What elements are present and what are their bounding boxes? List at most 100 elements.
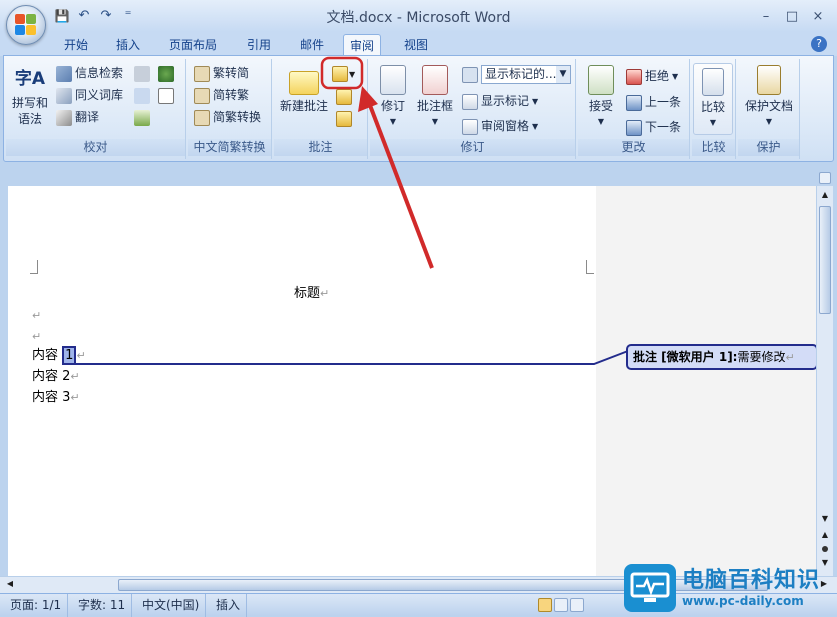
protect-document-button[interactable]: 保护文档 ▼ <box>740 65 798 130</box>
tab-references[interactable]: 引用 <box>241 34 277 56</box>
reject-button[interactable]: 拒绝 ▼ <box>626 67 678 86</box>
translate-button[interactable]: 翻译 <box>56 108 99 127</box>
next-change-button[interactable]: 下一条 <box>626 118 681 137</box>
new-comment-label: 新建批注 <box>279 99 328 113</box>
research-button[interactable]: 信息检索 <box>56 64 123 83</box>
group-proofing: 字A 拼写和语法 信息检索 同义词库 翻译 校对 <box>6 59 186 159</box>
reviewing-pane-button[interactable]: 审阅窗格 ▼ <box>462 117 538 136</box>
trad-to-simp-button[interactable]: 繁转简 <box>194 64 249 83</box>
vertical-scrollbar[interactable]: ▲ ▼ ▲ ▼ <box>816 186 833 576</box>
view-ruler-icon[interactable] <box>819 172 831 184</box>
comment-balloon[interactable]: 批注 [微软用户 1]:需要修改↵ <box>626 344 818 370</box>
doc-line-1: 内容 1 ↵ <box>32 346 86 365</box>
thesaurus-button[interactable]: 同义词库 <box>56 86 123 105</box>
reject-icon <box>626 68 642 85</box>
tab-mailings[interactable]: 邮件 <box>294 34 330 56</box>
balloons-icon <box>422 65 448 95</box>
ribbon: 字A 拼写和语法 信息检索 同义词库 翻译 校对 繁转简 简转繁 简繁转换 中文… <box>3 55 834 162</box>
previous-change-label: 上一条 <box>645 95 682 109</box>
track-changes-button[interactable]: 修订 ▼ <box>372 65 414 130</box>
word-count-icon[interactable] <box>134 66 150 82</box>
previous-change-button[interactable]: 上一条 <box>626 93 681 112</box>
new-comment-button[interactable]: 新建批注 <box>276 65 332 114</box>
chinese-convert-button[interactable]: 简繁转换 <box>194 108 261 127</box>
status-page[interactable]: 页面: 1/1 <box>4 594 69 617</box>
group-compare: 比较 ▼ 比较 <box>692 59 736 159</box>
display-for-review-value: 显示标记的... <box>485 67 557 81</box>
comment-label: 批注 [微软用户 1]: <box>633 350 738 364</box>
display-for-review-select[interactable]: 显示标记的... ▼ <box>481 65 571 84</box>
scroll-up-icon[interactable]: ▲ <box>819 190 831 202</box>
previous-comment-icon[interactable] <box>336 89 352 105</box>
watermark: 电脑百科知识 www.pc-daily.com <box>624 562 834 614</box>
document-page[interactable]: 标题↵ ↵ ↵ 内容 1 ↵ 内容 2↵ 内容 3↵ <box>8 186 596 576</box>
set-language-icon[interactable] <box>158 66 174 82</box>
simp-to-trad-button[interactable]: 简转繁 <box>194 86 249 105</box>
vertical-scroll-thumb[interactable] <box>819 206 831 314</box>
spell-options-icon[interactable] <box>134 110 150 126</box>
group-label-compare: 比较 <box>692 139 735 156</box>
tab-page-layout[interactable]: 页面布局 <box>163 34 223 56</box>
scroll-left-icon[interactable]: ◀ <box>4 579 16 591</box>
accept-label: 接受 <box>588 99 613 113</box>
abc-icon[interactable] <box>158 88 174 104</box>
watermark-title: 电脑百科知识 <box>682 568 821 593</box>
select-browse-object-icon[interactable] <box>822 546 828 552</box>
help-icon[interactable]: ? <box>811 36 827 52</box>
document-area: 标题↵ ↵ ↵ 内容 1 ↵ 内容 2↵ 内容 3↵ <box>8 186 816 576</box>
doc-title: 标题↵ <box>294 286 330 301</box>
status-insert-mode[interactable]: 插入 <box>210 594 248 617</box>
tab-home[interactable]: 开始 <box>58 34 94 56</box>
display-for-review-icon <box>462 67 478 83</box>
show-markup-icon <box>462 93 478 110</box>
new-comment-icon <box>289 71 319 95</box>
status-word-count[interactable]: 字数: 11 <box>72 594 133 617</box>
spelling-grammar-button[interactable]: 字A 拼写和语法 <box>10 63 50 127</box>
scroll-down-icon[interactable]: ▼ <box>819 514 831 526</box>
accept-button[interactable]: 接受 ▼ <box>580 65 622 130</box>
doc-line-2: 内容 2↵ <box>32 369 80 384</box>
show-markup-button[interactable]: 显示标记 ▼ <box>462 92 538 111</box>
balloons-label: 批注框 <box>416 99 453 113</box>
reject-label: 拒绝 <box>645 69 670 83</box>
next-comment-icon[interactable] <box>336 111 352 127</box>
tab-review[interactable]: 审阅 <box>343 34 382 56</box>
reviewing-pane-dropdown-icon: ▼ <box>532 122 539 131</box>
web-layout-icon[interactable] <box>570 598 584 612</box>
empty-paragraph-mark: ↵ <box>32 330 42 343</box>
commented-text[interactable]: 1 <box>62 346 77 365</box>
group-label-tracking: 修订 <box>370 139 575 156</box>
next-change-label: 下一条 <box>645 120 682 134</box>
delete-comment-button[interactable]: ▼ <box>332 64 362 84</box>
maximize-button[interactable]: □ <box>779 6 805 26</box>
print-layout-icon[interactable] <box>538 598 552 612</box>
window-title: 文档.docx - Microsoft Word <box>326 10 511 26</box>
compare-button[interactable]: 比较 ▼ <box>693 63 733 135</box>
tab-view[interactable]: 视图 <box>398 34 434 56</box>
close-button[interactable]: × <box>805 6 831 26</box>
compare-icon <box>702 68 724 96</box>
balloons-button[interactable]: 批注框 ▼ <box>414 65 456 130</box>
previous-page-icon[interactable]: ▲ <box>819 530 831 542</box>
simp-to-trad-icon <box>194 87 210 104</box>
markup-pane <box>596 186 816 576</box>
accept-icon <box>588 65 614 95</box>
balloons-dropdown-icon: ▼ <box>431 117 439 126</box>
title-bar: 💾 ↶ ↷ ⁼ 文档.docx - Microsoft Word – □ × <box>0 0 837 32</box>
show-markup-dropdown-icon: ▼ <box>532 97 539 106</box>
office-button[interactable] <box>6 5 46 45</box>
minimize-button[interactable]: – <box>753 6 779 26</box>
protect-document-icon <box>757 65 781 95</box>
group-label-protect: 保护 <box>738 139 799 156</box>
status-language[interactable]: 中文(中国) <box>136 594 207 617</box>
translate-label: 翻译 <box>75 110 100 124</box>
spelling-icon: 字A <box>14 69 46 89</box>
translation-tip-icon[interactable] <box>134 88 150 104</box>
group-chinese-conversion: 繁转简 简转繁 简繁转换 中文简繁转换 <box>188 59 272 159</box>
full-screen-reading-icon[interactable] <box>554 598 568 612</box>
next-change-icon <box>626 119 642 136</box>
group-label-proofing: 校对 <box>6 139 185 156</box>
tab-insert[interactable]: 插入 <box>110 34 146 56</box>
trad-to-simp-icon <box>194 65 210 82</box>
spelling-label: 拼写和语法 <box>11 96 48 126</box>
